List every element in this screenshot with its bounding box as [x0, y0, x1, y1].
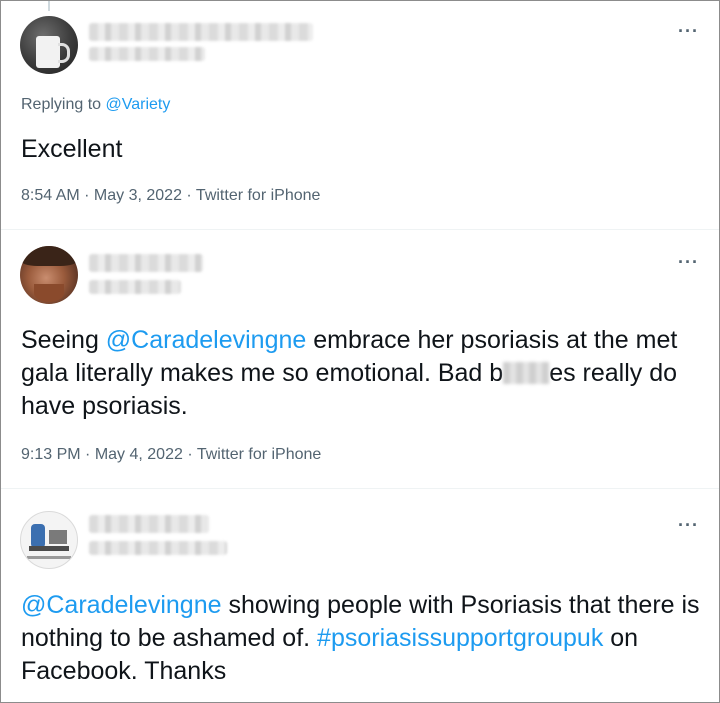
- tweet-source[interactable]: Twitter for iPhone: [197, 446, 322, 463]
- avatar[interactable]: [20, 511, 78, 569]
- tweet-date[interactable]: May 3, 2022: [94, 187, 182, 204]
- tweet-text: @Caradelevingne showing people with Psor…: [21, 589, 701, 688]
- tweet-body: Excellent: [21, 135, 123, 163]
- hashtag-link[interactable]: #psoriasissupportgroupuk: [317, 624, 603, 652]
- display-name-redacted: [89, 254, 203, 272]
- avatar-hair: [20, 246, 78, 266]
- avatar-desk: [29, 546, 69, 551]
- avatar-beard: [34, 284, 64, 302]
- tweet-date[interactable]: May 4, 2022: [95, 446, 183, 463]
- more-icon[interactable]: ···: [678, 21, 699, 42]
- username-redacted: [89, 541, 227, 555]
- username-redacted: [89, 280, 181, 294]
- replying-to-label: Replying to: [21, 96, 102, 113]
- avatar-mug: [36, 36, 60, 68]
- username-redacted: [89, 47, 205, 61]
- tweet-meta: 9:13 PM · May 4, 2022 · Twitter for iPho…: [21, 446, 321, 464]
- avatar-figure: [31, 524, 45, 548]
- mention-link[interactable]: @Caradelevingne: [106, 326, 307, 354]
- tweet-meta: 8:54 AM · May 3, 2022 · Twitter for iPho…: [21, 187, 320, 205]
- tweet-3[interactable]: ··· @Caradelevingne showing people with …: [1, 489, 719, 702]
- display-name-redacted: [89, 23, 313, 41]
- more-icon[interactable]: ···: [678, 515, 699, 536]
- avatar-screen: [49, 530, 67, 544]
- meta-separator: ·: [80, 446, 95, 463]
- avatar[interactable]: [20, 246, 78, 304]
- replying-to: Replying to @Variety: [21, 96, 170, 114]
- tweet-text: Excellent: [21, 133, 701, 166]
- avatar[interactable]: [20, 16, 78, 74]
- avatar-mug-handle: [58, 43, 70, 63]
- tweet-text-segment: Seeing: [21, 326, 106, 354]
- tweet-time[interactable]: 8:54 AM: [21, 187, 80, 204]
- meta-separator: ·: [182, 446, 197, 463]
- tweet-time[interactable]: 9:13 PM: [21, 446, 81, 463]
- more-icon[interactable]: ···: [678, 252, 699, 273]
- tweet-2[interactable]: ··· Seeing @Caradelevingne embrace her p…: [1, 230, 719, 488]
- mention-link[interactable]: @Caradelevingne: [21, 591, 222, 619]
- tweet-source[interactable]: Twitter for iPhone: [196, 187, 321, 204]
- meta-separator: ·: [79, 187, 94, 204]
- avatar-caption: [27, 556, 71, 559]
- censored-word: [503, 362, 550, 384]
- tweet-thread: ··· Replying to @Variety Excellent 8:54 …: [0, 0, 720, 703]
- replying-to-handle[interactable]: @Variety: [106, 96, 171, 113]
- tweet-text: Seeing @Caradelevingne embrace her psori…: [21, 324, 701, 423]
- tweet-1[interactable]: ··· Replying to @Variety Excellent 8:54 …: [1, 1, 719, 229]
- meta-separator: ·: [181, 187, 196, 204]
- display-name-redacted: [89, 515, 209, 533]
